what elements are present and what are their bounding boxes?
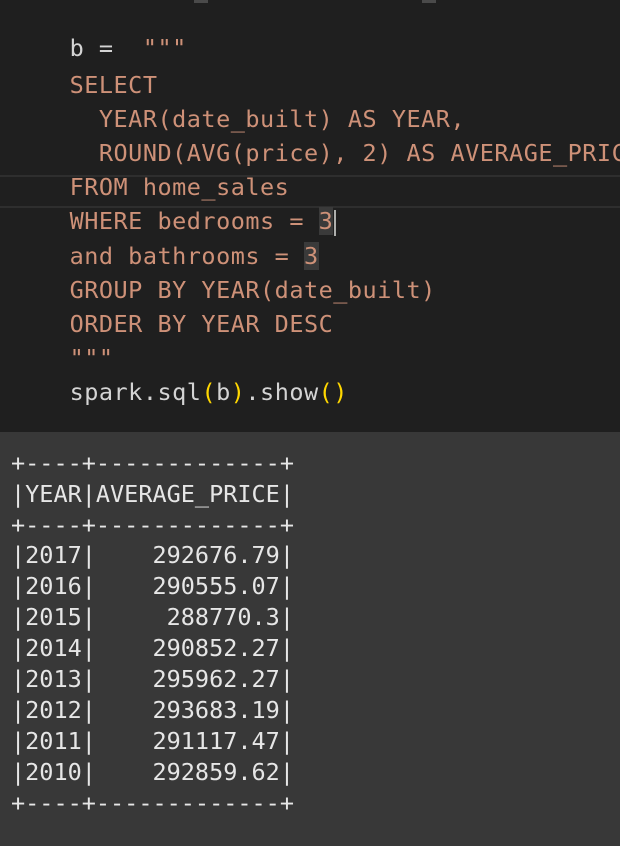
code-line-10[interactable]: """ — [11, 313, 114, 372]
bracket-close: ) — [230, 378, 246, 406]
code-line-8[interactable]: GROUP BY YEAR(date_built) — [11, 245, 436, 304]
code-line-2[interactable]: SELECT — [11, 40, 157, 99]
cell-output: +----+-------------+ |YEAR|AVERAGE_PRICE… — [0, 432, 620, 846]
code-token: .show — [245, 378, 319, 406]
scroll-marker — [422, 0, 436, 3]
table-row: |2012| 293683.19| — [11, 696, 294, 724]
code-line-1[interactable]: b = """ — [11, 3, 187, 62]
code-token: b — [216, 378, 231, 406]
table-border: +----+-------------+ — [11, 789, 294, 817]
table-row: |2015| 288770.3| — [11, 603, 294, 631]
text-caret — [334, 209, 337, 236]
code-line-3[interactable]: YEAR(date_built) AS YEAR, — [11, 74, 465, 133]
table-row: |2014| 290852.27| — [11, 634, 294, 662]
bracket-pair: () — [318, 378, 348, 406]
code-line-6[interactable]: WHERE bedrooms = 3 — [11, 176, 337, 236]
table-row: |2017| 292676.79| — [11, 541, 294, 569]
bracket-open: ( — [201, 378, 217, 406]
code-line-7[interactable]: and bathrooms = 3 — [11, 211, 319, 270]
code-token: spark.sql — [69, 378, 202, 406]
code-line-4[interactable]: ROUND(AVG(price), 2) AS AVERAGE_PRICE — [11, 108, 620, 167]
table-row: |2016| 290555.07| — [11, 572, 294, 600]
scroll-marker — [194, 0, 208, 3]
table-border: +----+-------------+ — [11, 511, 294, 539]
table-row: |2010| 292859.62| — [11, 758, 294, 786]
table-header: |YEAR|AVERAGE_PRICE| — [11, 480, 294, 508]
code-line-11[interactable]: spark.sql(b).show() — [11, 347, 348, 406]
table-border: +----+-------------+ — [11, 449, 294, 477]
table-row: |2013| 295962.27| — [11, 665, 294, 693]
matched-value: 3 — [318, 207, 334, 235]
table-row: |2011| 291117.47| — [11, 727, 294, 755]
code-line-9[interactable]: ORDER BY YEAR DESC — [11, 279, 333, 338]
code-line-5[interactable]: FROM home_sales — [11, 142, 289, 201]
code-cell-editor[interactable]: b = """ SELECT YEAR(date_built) AS YEAR,… — [0, 0, 620, 432]
